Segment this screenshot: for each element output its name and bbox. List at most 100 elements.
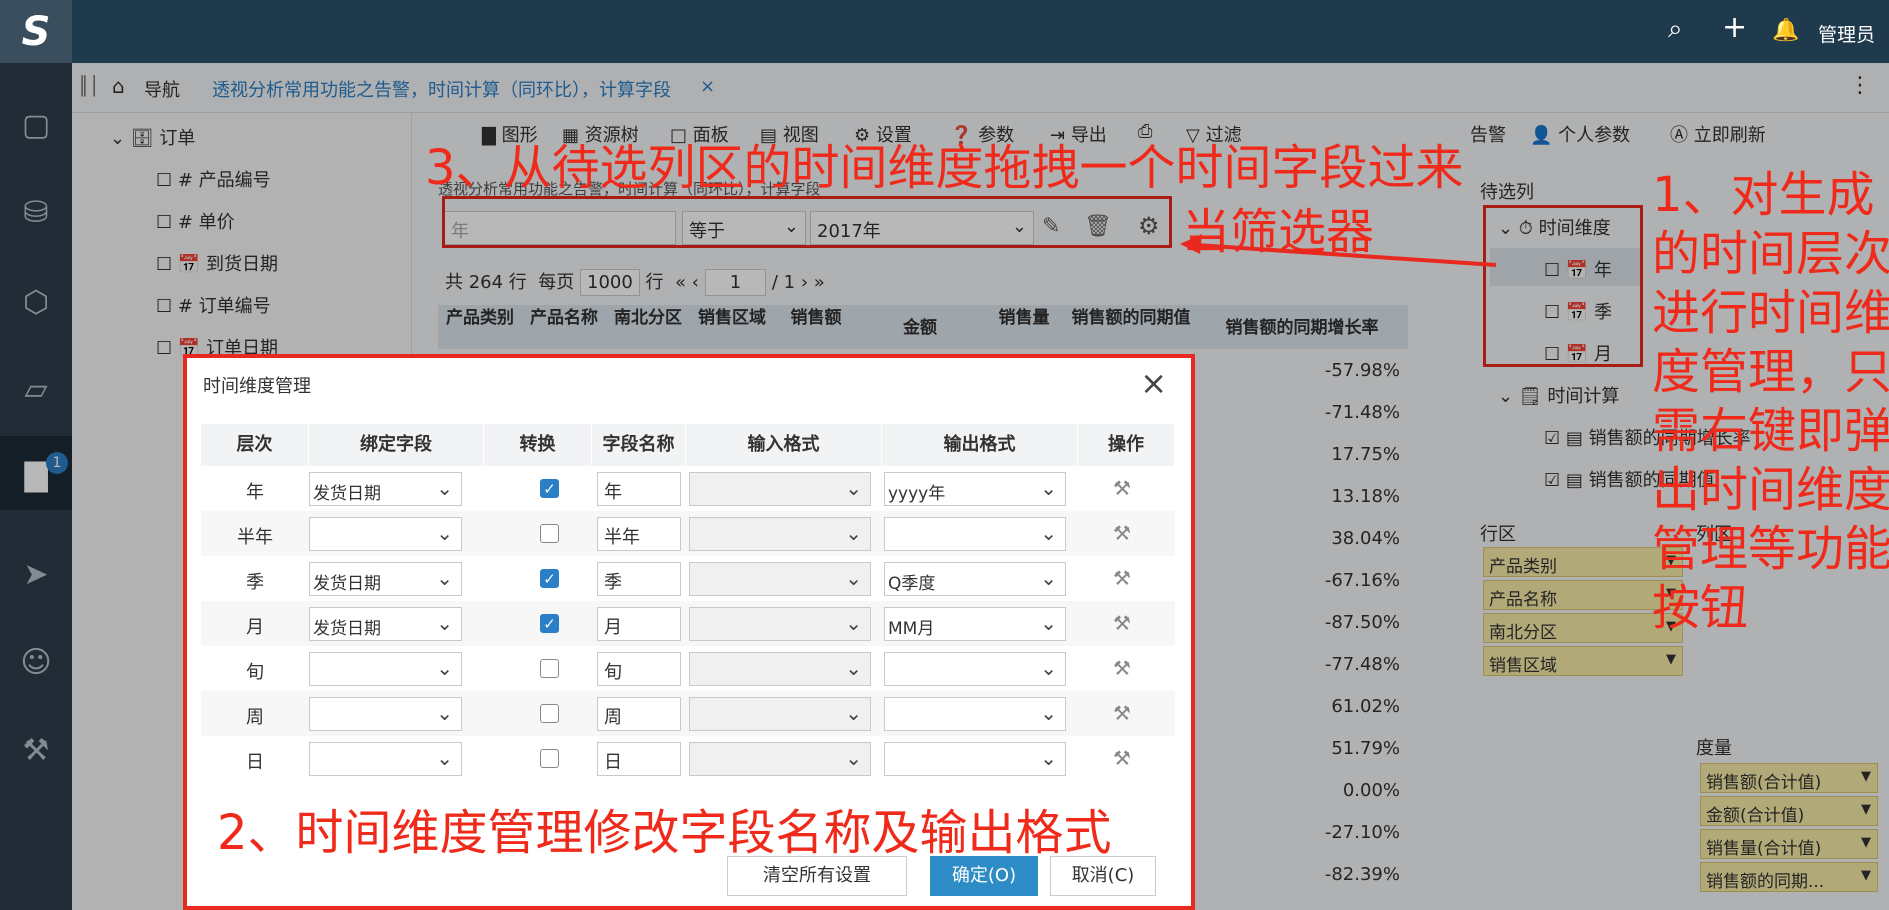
output-format-value: yyyy年 [888,484,946,504]
input-format-select[interactable]: ⌄ [689,697,871,731]
bind-field-value: 发货日期 [313,484,381,504]
convert-checkbox[interactable] [540,704,559,723]
output-format-select[interactable]: Q季度 ⌄ [884,562,1066,596]
table-row: 旬 ⌄ 旬 ⌄ ⌄ ⚒ [201,646,1175,691]
app-logo[interactable]: S [0,0,72,63]
col-level: 层次 [201,424,309,466]
chevron-down-icon: ⌄ [1040,611,1057,635]
field-name-input[interactable]: 季 [597,562,681,596]
chevron-down-icon: ⌄ [436,656,453,680]
table-row: 周 ⌄ 周 ⌄ ⌄ ⚒ [201,691,1175,736]
table-row: 半年 ⌄ 半年 ⌄ ⌄ ⚒ [201,511,1175,556]
annotation-step2: 2、时间维度管理修改字段名称及输出格式 [217,805,1112,861]
annotation-step3: 3、从待选列区的时间维度拖拽一个时间字段过来 [425,140,1464,196]
output-format-value: MM月 [888,619,935,639]
chevron-down-icon: ⌄ [436,611,453,635]
field-name-input[interactable]: 周 [597,697,681,731]
user-menu[interactable]: 管理员 [1818,20,1875,47]
col-input-format: 输入格式 [686,424,882,466]
bind-field-select[interactable]: ⌄ [309,697,462,731]
level-cell: 旬 [246,662,264,683]
bind-field-select[interactable]: 发货日期 ⌄ [309,562,462,596]
bell-icon[interactable]: 🔔 [1772,18,1799,43]
convert-checkbox[interactable]: ✓ [540,479,559,498]
input-format-select[interactable]: ⌄ [689,652,871,686]
chevron-down-icon: ⌄ [1040,701,1057,725]
level-cell: 半年 [237,527,273,548]
search-icon[interactable]: ⌕ [1668,14,1683,45]
chevron-down-icon: ⌄ [845,476,862,500]
field-name-input[interactable]: 半年 [597,517,681,551]
chevron-down-icon: ⌄ [436,566,453,590]
col-convert: 转换 [484,424,592,466]
output-format-select[interactable]: ⌄ [884,697,1066,731]
level-cell: 月 [246,617,264,638]
brush-icon[interactable]: ⚒ [1113,476,1135,500]
ok-button[interactable]: 确定(O) [930,856,1038,896]
input-format-select[interactable]: ⌄ [689,607,871,641]
level-cell: 季 [246,572,264,593]
bind-field-select[interactable]: ⌄ [309,517,462,551]
level-cell: 周 [246,707,264,728]
col-field-name: 字段名称 [592,424,686,466]
output-format-select[interactable]: yyyy年 ⌄ [884,472,1066,506]
table-row: 季 发货日期 ⌄ ✓ 季 ⌄ Q季度 ⌄ ⚒ [201,556,1175,601]
convert-checkbox[interactable] [540,749,559,768]
col-output-format: 输出格式 [882,424,1078,466]
field-name-input[interactable]: 旬 [597,652,681,686]
field-name-input[interactable]: 日 [597,742,681,776]
input-format-select[interactable]: ⌄ [689,472,871,506]
output-format-select[interactable]: ⌄ [884,742,1066,776]
brush-icon[interactable]: ⚒ [1113,521,1135,545]
input-format-select[interactable]: ⌄ [689,742,871,776]
bind-field-select[interactable]: ⌄ [309,652,462,686]
output-format-select[interactable]: MM月 ⌄ [884,607,1066,641]
close-icon[interactable]: × [1140,364,1167,402]
brush-icon[interactable]: ⚒ [1113,746,1135,770]
bind-field-select[interactable]: 发货日期 ⌄ [309,607,462,641]
input-format-select[interactable]: ⌄ [689,562,871,596]
annotation-arrow [1180,234,1497,267]
output-format-select[interactable]: ⌄ [884,517,1066,551]
convert-checkbox[interactable] [540,659,559,678]
convert-checkbox[interactable]: ✓ [540,614,559,633]
chevron-down-icon: ⌄ [845,611,862,635]
dialog-title: 时间维度管理 [203,376,311,397]
input-format-select[interactable]: ⌄ [689,517,871,551]
time-dimension-dialog: 时间维度管理 × 层次 绑定字段 转换 字段名称 输入格式 输出格式 操作 年发… [183,354,1195,910]
table-row: 日 ⌄ 日 ⌄ ⌄ ⚒ [201,736,1175,781]
output-format-select[interactable]: ⌄ [884,652,1066,686]
bind-field-value: 发货日期 [313,619,381,639]
plus-icon[interactable]: + [1722,10,1747,45]
chevron-down-icon: ⌄ [845,521,862,545]
field-name-input[interactable]: 年 [597,472,681,506]
output-format-value: Q季度 [888,574,936,594]
chevron-down-icon: ⌄ [845,746,862,770]
annotation-step1: 1、对生成 的时间层次 进行时间维 度管理，只 需右键即弹 出时间维度 管理等功… [1652,167,1889,636]
brush-icon[interactable]: ⚒ [1113,611,1135,635]
chevron-down-icon: ⌄ [436,521,453,545]
brush-icon[interactable]: ⚒ [1113,701,1135,725]
convert-checkbox[interactable]: ✓ [540,569,559,588]
chevron-down-icon: ⌄ [1040,746,1057,770]
brush-icon[interactable]: ⚒ [1113,656,1135,680]
brush-icon[interactable]: ⚒ [1113,566,1135,590]
chevron-down-icon: ⌄ [845,656,862,680]
bind-field-value: 发货日期 [313,574,381,594]
convert-checkbox[interactable] [540,524,559,543]
cancel-button[interactable]: 取消(C) [1050,856,1156,896]
chevron-down-icon: ⌄ [436,746,453,770]
clear-settings-button[interactable]: 清空所有设置 [727,856,907,896]
chevron-down-icon: ⌄ [1040,656,1057,680]
chevron-down-icon: ⌄ [1040,521,1057,545]
top-header: S ⌕ + 🔔 管理员 [0,0,1889,63]
col-action: 操作 [1078,424,1175,466]
field-name-input[interactable]: 月 [597,607,681,641]
level-cell: 年 [246,482,264,503]
chevron-down-icon: ⌄ [845,701,862,725]
bind-field-select[interactable]: 发货日期 ⌄ [309,472,462,506]
bind-field-select[interactable]: ⌄ [309,742,462,776]
chevron-down-icon: ⌄ [1040,476,1057,500]
chevron-down-icon: ⌄ [1040,566,1057,590]
chevron-down-icon: ⌄ [845,566,862,590]
